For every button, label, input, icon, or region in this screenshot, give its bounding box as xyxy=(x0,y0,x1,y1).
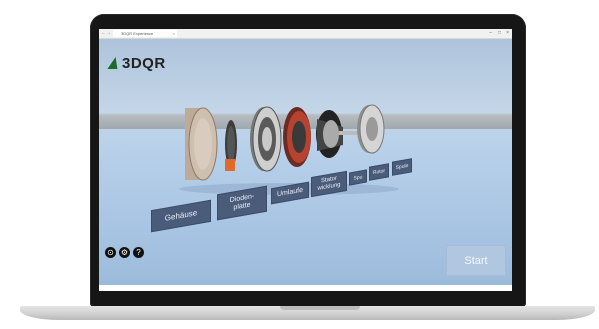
winding-part xyxy=(283,107,311,167)
3d-viewport[interactable]: 3DQR Gehäuse Dioden- platte Umlaufe Stat… xyxy=(99,39,512,285)
tab-title: 3DQR Experience xyxy=(121,31,154,36)
end-cap-part xyxy=(357,104,385,154)
stator-part xyxy=(250,106,282,172)
browser-tab[interactable]: 3DQR Experience × xyxy=(113,30,177,37)
rotor-part xyxy=(316,110,359,158)
tab-close-icon[interactable]: × xyxy=(173,30,175,37)
maximize-icon[interactable]: □ xyxy=(498,29,501,37)
laptop-notch xyxy=(280,306,360,310)
minimize-icon[interactable]: – xyxy=(489,29,492,37)
laptop-base xyxy=(20,306,595,320)
laptop-device: ← → 3DQR Experience × – □ × 3DQR Gehäuse… xyxy=(0,0,599,329)
housing-part xyxy=(185,107,218,181)
logo-text: 3DQR xyxy=(122,54,166,72)
laptop-screen: ← → 3DQR Experience × – □ × 3DQR Gehäuse… xyxy=(99,29,512,291)
diode-plate-part xyxy=(225,120,237,171)
help-icon[interactable]: ? xyxy=(133,247,144,258)
exploded-motor-model[interactable] xyxy=(169,89,409,199)
gear-icon[interactable]: ⚙ xyxy=(119,247,130,258)
close-window-icon[interactable]: × xyxy=(506,29,509,37)
browser-tab-bar: ← → 3DQR Experience × – □ × xyxy=(99,29,512,39)
target-icon[interactable]: ⊙ xyxy=(105,247,116,258)
logo-mark-icon xyxy=(107,57,121,69)
start-button[interactable]: Start xyxy=(446,245,506,276)
forward-icon[interactable]: → xyxy=(106,30,111,36)
app-logo: 3DQR xyxy=(107,54,166,72)
